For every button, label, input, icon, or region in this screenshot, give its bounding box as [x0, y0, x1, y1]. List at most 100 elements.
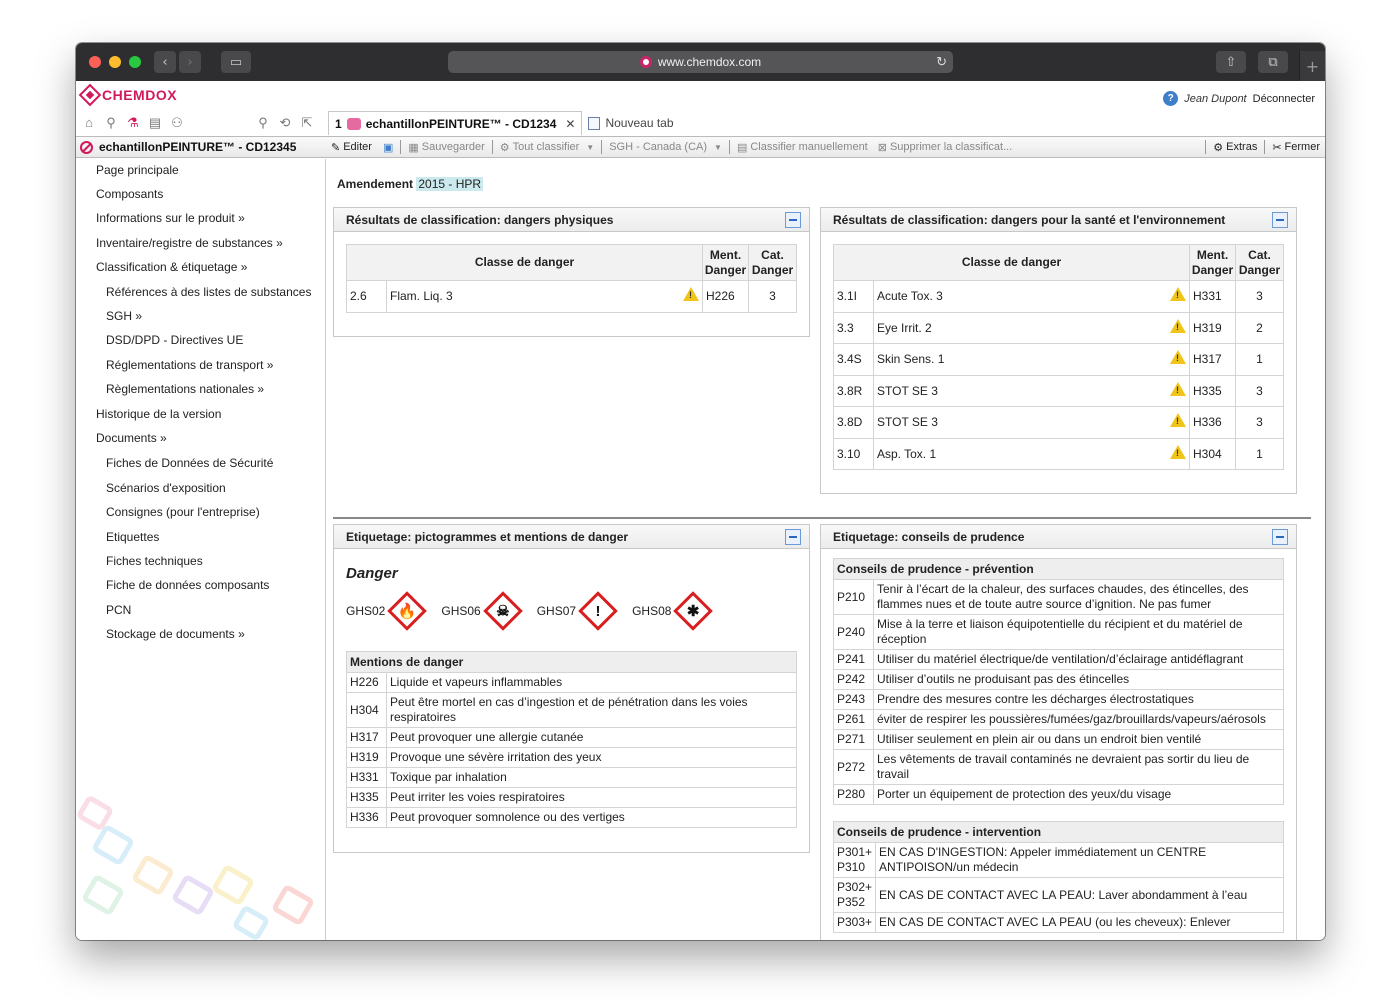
sidebar-item[interactable]: Informations sur le produit » [96, 211, 245, 225]
browser-titlebar: ‹ › ▭ www.chemdox.com ↻ ⇧ ⧉ + [76, 43, 1325, 81]
sidebar-item[interactable]: Classification & étiquetage » [96, 260, 247, 274]
table-row[interactable]: 3.3Eye Irrit. 2 H3192 [833, 311, 1284, 344]
table-row[interactable]: 3.8RSTOT SE 3 H3353 [833, 374, 1284, 407]
classify-all-button[interactable]: ⚙ Tout classifier ▼ [495, 141, 599, 154]
list-item[interactable]: H304 Peut être mortel en cas d’ingestion … [346, 692, 797, 728]
close-button[interactable]: ✂ Fermer [1267, 141, 1325, 154]
sidebar-item[interactable]: Fiches de Données de Sécurité [106, 456, 273, 470]
delete-classification-button[interactable]: ⊠ Supprimer la classificat... [873, 141, 1017, 154]
list-item[interactable]: P243 Prendre des mesures contre les décha… [833, 689, 1284, 710]
refresh-icon[interactable]: ⟲ [276, 115, 294, 135]
amendment-label: Amendement [337, 177, 414, 191]
collapse-icon[interactable] [1272, 529, 1288, 545]
hazard-category: 3 [1235, 374, 1284, 407]
list-item[interactable]: P272 Les vêtements de travail contaminés … [833, 749, 1284, 785]
table-row[interactable]: 3.1IAcute Tox. 3 H3313 [833, 280, 1284, 313]
sidebar-item[interactable]: Règlementations nationales » [106, 382, 264, 396]
save-button[interactable]: ▦ Sauvegarder [403, 141, 489, 154]
minimize-window-button[interactable] [109, 56, 121, 68]
forward-button[interactable]: › [179, 51, 201, 73]
list-item[interactable]: H335 Peut irriter les voies respiratoires [346, 787, 797, 808]
region-select[interactable]: SGH - Canada (CA) ▼ [604, 141, 727, 153]
sidebar-item[interactable]: DSD/DPD - Directives UE [106, 333, 243, 347]
list-item[interactable]: P261 éviter de respirer les poussières/fu… [833, 709, 1284, 730]
hazard-category: 1 [1235, 343, 1284, 376]
amendment: Amendement 2015 - HPR [337, 177, 484, 191]
hazard-category: 3 [1235, 406, 1284, 439]
sidebar-item[interactable]: Consignes (pour l'entreprise) [106, 505, 260, 519]
list-item[interactable]: P302+ P352 EN CAS DE CONTACT AVEC LA PEAU… [832, 877, 1284, 913]
table-row[interactable]: 3.10Asp. Tox. 1 H3041 [833, 437, 1284, 470]
collapse-icon[interactable] [785, 529, 801, 545]
collapse-icon[interactable] [1272, 212, 1288, 228]
sidebar-item[interactable]: Page principale [96, 163, 179, 177]
list-item[interactable]: H319 Provoque une sévère irritation des y… [346, 747, 797, 768]
extras-button[interactable]: ⚙ Extras [1208, 141, 1262, 154]
maximize-window-button[interactable] [129, 56, 141, 68]
home-icon[interactable]: ⌂ [80, 115, 98, 135]
sidebar-item[interactable]: Composants [96, 187, 163, 201]
reload-icon[interactable]: ↻ [936, 54, 947, 70]
table-row[interactable]: 3.8DSTOT SE 3 H3363 [833, 406, 1284, 439]
list-item[interactable]: P301+ P310 EN CAS D'INGESTION: Appeler im… [832, 842, 1284, 878]
sidebar-item[interactable]: PCN [106, 603, 131, 617]
list-item[interactable]: H317 Peut provoquer une allergie cutanée [346, 727, 797, 748]
pictogram: GHS02 🔥 [346, 591, 428, 631]
back-button[interactable]: ‹ [154, 51, 176, 73]
col-hazard-class: Classe de danger [833, 244, 1190, 281]
chemdox-logo[interactable]: CHEMDOX [78, 83, 177, 107]
list-item[interactable]: P303+ EN CAS DE CONTACT AVEC LA PEAU (ou … [832, 912, 1284, 933]
classify-manual-button[interactable]: ▤ Classifier manuellement [732, 141, 873, 154]
sidebar-item[interactable]: Réglementations de transport » [106, 358, 273, 372]
document-icon[interactable]: ▤ [146, 115, 164, 135]
tab-product[interactable]: 1 echantillonPEINTURE™ - CD1234 ✕ [328, 111, 583, 135]
list-item[interactable]: H226 Liquide et vapeurs inflammables [346, 672, 797, 693]
list-item[interactable]: P242 Utiliser d’outils ne produisant pas … [833, 669, 1284, 690]
product-icon[interactable]: ⚗ [124, 115, 142, 135]
sidebar-toggle-button[interactable]: ▭ [221, 51, 251, 73]
physical-hazards-table: Classe de danger Ment. Danger Cat. Danger … [346, 244, 797, 313]
sidebar-item[interactable]: Historique de la version [96, 407, 221, 421]
list-item[interactable]: P240 Mise à la terre et liaison équipoten… [833, 614, 1284, 650]
pictogram-code: GHS07 [536, 604, 577, 618]
sidebar-item[interactable]: Fiches techniques [106, 554, 203, 568]
list-item[interactable]: P210 Tenir à l’écart de la chaleur, des s… [833, 579, 1284, 615]
users-icon[interactable]: ⚇ [168, 115, 186, 135]
statement-code: H226 [346, 672, 387, 693]
list-item[interactable]: H336 Peut provoquer somnolence ou des ver… [346, 807, 797, 828]
edit-button[interactable]: ✎ Editer ▣ [326, 141, 398, 154]
tab-new[interactable]: Nouveau tab [582, 111, 679, 135]
new-tab-button[interactable]: + [1299, 51, 1325, 81]
list-item[interactable]: P241 Utiliser du matériel électrique/de v… [833, 649, 1284, 670]
address-bar[interactable]: www.chemdox.com ↻ [448, 51, 953, 73]
help-icon[interactable]: ? [1163, 91, 1179, 106]
disconnect-link[interactable]: Déconnecter [1253, 93, 1315, 105]
sidebar-item[interactable]: Fiche de données composants [106, 578, 269, 592]
product-status-icon [80, 140, 93, 154]
skull-crossbones-icon: ☠ [482, 591, 523, 631]
sidebar-item[interactable]: Inventaire/registre de substances » [96, 236, 283, 250]
hazard-class-name: Asp. Tox. 1 [877, 446, 937, 461]
list-item[interactable]: H331 Toxique par inhalation [346, 767, 797, 788]
pin-icon[interactable]: ⇱ [298, 115, 316, 135]
close-tab-icon[interactable]: ✕ [565, 117, 575, 131]
amendment-value[interactable]: 2015 - HPR [416, 177, 484, 191]
list-item[interactable]: P280 Porter un équipement de protection d… [833, 784, 1284, 805]
list-item[interactable]: P271 Utiliser seulement en plein air ou d… [833, 729, 1284, 750]
sidebar-item[interactable]: Stockage de documents » [106, 627, 245, 641]
sidebar-item[interactable]: Scénarios d'exposition [106, 481, 226, 495]
sidebar-item[interactable]: Etiquettes [106, 530, 159, 544]
sidebar-item[interactable]: SGH » [106, 309, 142, 323]
collapse-icon[interactable] [785, 212, 801, 228]
search-icon[interactable]: ⚲ [102, 115, 120, 135]
share-button[interactable]: ⇧ [1216, 51, 1246, 73]
table-row[interactable]: 2.6Flam. Liq. 3 H2263 [346, 280, 797, 313]
sidebar-item[interactable]: Documents » [96, 431, 167, 445]
table-row[interactable]: 3.4SSkin Sens. 1 H3171 [833, 343, 1284, 376]
close-window-button[interactable] [89, 56, 101, 68]
sidebar-item[interactable]: Références à des listes de substances [106, 285, 311, 299]
tabs-overview-button[interactable]: ⧉ [1258, 51, 1288, 73]
preview-icon[interactable]: ▣ [383, 141, 393, 154]
object-title-bar: echantillonPEINTURE™ - CD12345 [76, 136, 326, 158]
zoom-icon[interactable]: ⚲ [254, 115, 272, 135]
